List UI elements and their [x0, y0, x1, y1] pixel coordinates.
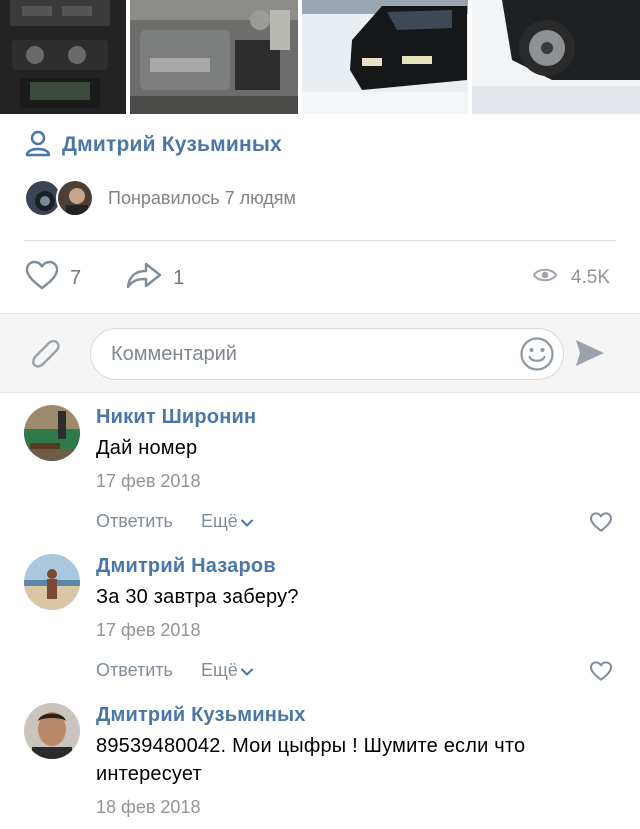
comment-input[interactable]: [90, 328, 564, 380]
comment-composer: [0, 313, 640, 393]
comments-list: Никит Широнин Дай номер 17 фев 2018 Отве…: [0, 395, 640, 829]
liked-by-row[interactable]: Понравилось 7 людям: [24, 178, 296, 218]
more-label: Ещё: [200, 659, 238, 680]
avatar[interactable]: [24, 405, 80, 461]
liker-avatar: [56, 179, 94, 217]
send-icon[interactable]: [574, 338, 606, 373]
comment-author[interactable]: Дмитрий Кузьминых: [96, 693, 640, 728]
comment-item: Дмитрий Кузьминых 89539480042. Мои цыфры…: [0, 693, 640, 829]
comment-author[interactable]: Дмитрий Назаров: [96, 544, 640, 579]
photo-car-dashboard[interactable]: [0, 0, 126, 114]
more-button[interactable]: Ещё: [201, 660, 253, 681]
comment-like-button[interactable]: [589, 660, 613, 687]
chevron-down-icon: [240, 511, 253, 532]
comment-text: Дай номер: [96, 437, 198, 459]
photo-car-front[interactable]: [302, 0, 468, 114]
avatar[interactable]: [24, 703, 80, 759]
comment-date: 17 фев 2018: [96, 471, 201, 491]
post-actions: 7 1 4.5K: [24, 256, 610, 300]
post-photos: [0, 0, 640, 114]
heart-icon: [590, 661, 612, 681]
more-label: Ещё: [200, 510, 238, 531]
likes-count: 7: [70, 266, 82, 289]
reply-button[interactable]: Ответить: [96, 511, 173, 532]
comment-text: За 30 завтра заберу?: [96, 586, 299, 608]
comment-item: Дмитрий Назаров За 30 завтра заберу? 17 …: [0, 544, 640, 693]
heart-icon: [590, 512, 612, 532]
share-icon: [125, 259, 163, 297]
eye-icon: [532, 267, 558, 289]
photo-engine[interactable]: [130, 0, 298, 114]
shares-count: 1: [173, 266, 185, 289]
comment-item: Никит Широнин Дай номер 17 фев 2018 Отве…: [0, 395, 640, 544]
comment-date: 17 фев 2018: [96, 620, 201, 640]
comment-like-button[interactable]: [589, 511, 613, 538]
post-author[interactable]: Дмитрий Кузьминых: [24, 128, 282, 162]
comment-author[interactable]: Никит Широнин: [96, 395, 640, 430]
comment-date: 18 фев 2018: [96, 797, 201, 817]
avatar[interactable]: [24, 554, 80, 610]
divider: [24, 240, 616, 241]
views-count: 4.5K: [570, 267, 610, 288]
reply-button[interactable]: Ответить: [96, 660, 173, 681]
chevron-down-icon: [240, 660, 253, 681]
views-counter: 4.5K: [532, 267, 610, 289]
comment-text: 89539480042. Мои цыфры ! Шумите если что…: [96, 735, 526, 785]
heart-icon: [24, 259, 60, 297]
comment-actions: Ответить Ещё: [96, 655, 640, 685]
liked-by-text: Понравилось 7 людям: [108, 187, 296, 208]
share-button[interactable]: 1: [125, 259, 184, 297]
more-button[interactable]: Ещё: [201, 511, 253, 532]
emoji-icon[interactable]: [519, 336, 555, 377]
author-name[interactable]: Дмитрий Кузьминых: [62, 133, 282, 157]
photo-car-wheel[interactable]: [472, 0, 640, 114]
user-icon: [24, 129, 52, 162]
like-button[interactable]: 7: [24, 259, 81, 297]
comment-actions: Ответить Ещё: [96, 506, 640, 536]
paperclip-icon[interactable]: [30, 336, 62, 377]
